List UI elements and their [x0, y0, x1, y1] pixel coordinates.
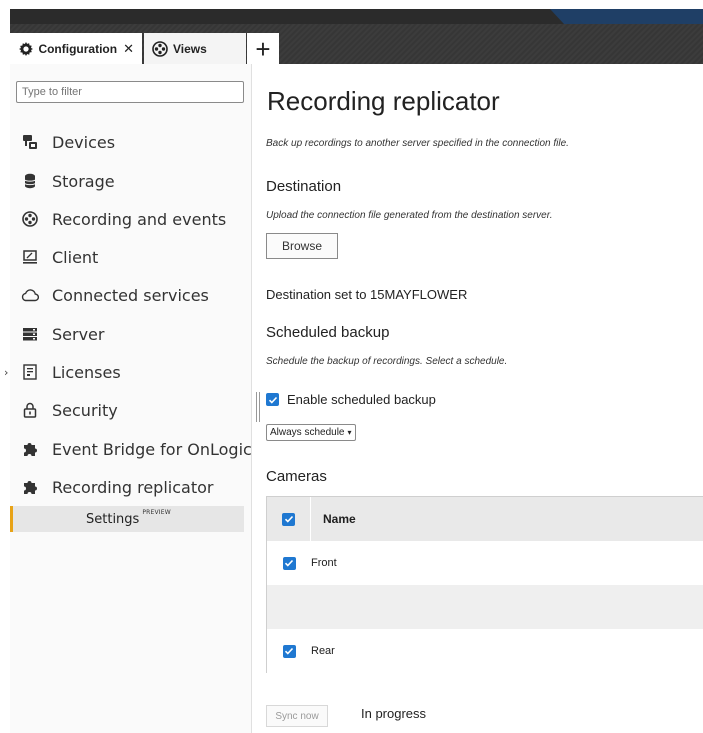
tab-strip: Configuration ✕ Views + — [10, 24, 703, 64]
close-icon[interactable]: ✕ — [123, 41, 134, 57]
schedule-select-value: Always schedule — [270, 427, 345, 438]
sync-now-button[interactable]: Sync now — [266, 705, 328, 727]
sidebar-item-devices[interactable]: Devices — [10, 124, 252, 160]
column-header-name[interactable]: Name — [311, 512, 356, 526]
film-reel-icon — [20, 209, 40, 229]
sidebar-item-label: Recording and events — [52, 209, 227, 229]
sidebar-item-label: Devices — [52, 132, 116, 152]
sidebar-item-label: Security — [52, 400, 118, 420]
sidebar-item-connected-services[interactable]: Connected services — [10, 277, 252, 313]
sidebar-item-server[interactable]: Server — [10, 316, 252, 352]
destination-description: Upload the connection file generated fro… — [266, 210, 553, 221]
server-icon — [20, 324, 40, 344]
lock-icon — [20, 400, 40, 420]
puzzle-icon — [20, 439, 40, 459]
tab-views-label: Views — [173, 41, 207, 56]
camera-name: Front — [311, 557, 337, 569]
destination-status: Destination set to 15MAYFLOWER — [266, 287, 468, 302]
puzzle-icon — [20, 477, 40, 497]
resize-handle[interactable] — [256, 392, 260, 422]
add-tab-button[interactable]: + — [247, 33, 279, 64]
sidebar-item-security[interactable]: Security — [10, 392, 252, 428]
sidebar-item-recording-replicator[interactable]: Recording replicator — [10, 469, 252, 505]
sidebar-item-label: Connected services — [52, 285, 209, 305]
database-icon — [20, 171, 40, 191]
chevron-right-icon[interactable]: › — [4, 366, 8, 379]
table-row[interactable]: Rear — [267, 629, 703, 673]
sidebar: Devices Storage Recording and events Cli… — [4, 64, 252, 733]
sidebar-item-label: Licenses — [52, 362, 121, 382]
sidebar-item-settings[interactable]: Settings PREVIEW — [10, 506, 244, 532]
scheduled-backup-heading: Scheduled backup — [266, 324, 390, 341]
camera-name: Rear — [311, 645, 335, 657]
sidebar-item-recording-and-events[interactable]: Recording and events — [10, 201, 252, 237]
tab-configuration[interactable]: Configuration ✕ — [10, 33, 142, 64]
cloud-icon — [20, 285, 40, 305]
sidebar-item-label: Server — [52, 324, 105, 344]
sidebar-item-storage[interactable]: Storage — [10, 163, 252, 199]
main-panel: Recording replicator Back up recordings … — [266, 64, 703, 733]
table-row[interactable]: Front — [267, 541, 703, 585]
tab-views[interactable]: Views — [144, 33, 246, 64]
title-bar — [10, 9, 703, 24]
row-checkbox[interactable] — [282, 644, 296, 658]
sidebar-item-label: Recording replicator — [52, 477, 214, 497]
camera-device-icon — [20, 132, 40, 152]
select-all-checkbox[interactable] — [282, 512, 295, 526]
cameras-heading: Cameras — [266, 468, 327, 485]
gear-icon — [18, 41, 33, 57]
tab-configuration-label: Configuration — [38, 41, 118, 56]
sidebar-item-event-bridge[interactable]: Event Bridge for OnLogic — [10, 431, 252, 467]
page-title: Recording replicator — [267, 86, 500, 116]
browse-button[interactable]: Browse — [266, 233, 338, 259]
sidebar-item-client[interactable]: Client — [10, 239, 252, 275]
table-row[interactable] — [267, 585, 703, 629]
film-reel-icon — [152, 40, 168, 57]
destination-heading: Destination — [266, 178, 342, 195]
sidebar-item-label: Client — [52, 247, 99, 267]
monitor-icon — [20, 247, 40, 267]
enable-scheduled-backup-checkbox[interactable] — [266, 393, 279, 406]
sidebar-item-label: Event Bridge for OnLogic — [52, 439, 252, 459]
chevron-down-icon: ▾ — [347, 428, 352, 437]
enable-scheduled-backup-row[interactable]: Enable scheduled backup — [266, 392, 436, 407]
enable-scheduled-backup-label: Enable scheduled backup — [287, 392, 436, 407]
cameras-table: Name Front Rear — [266, 496, 703, 673]
sidebar-item-licenses[interactable]: › Licenses — [4, 354, 252, 390]
window-top-strip — [0, 0, 703, 24]
title-bar-accent — [550, 9, 703, 24]
scheduled-backup-description: Schedule the backup of recordings. Selec… — [266, 356, 508, 367]
filter-input[interactable] — [16, 81, 244, 103]
sidebar-item-label: Storage — [52, 171, 115, 191]
page-description: Back up recordings to another server spe… — [266, 138, 569, 149]
schedule-select[interactable]: Always schedule ▾ — [266, 424, 356, 441]
sync-status: In progress — [361, 706, 427, 721]
row-checkbox[interactable] — [282, 556, 296, 570]
preview-badge: PREVIEW — [142, 508, 171, 516]
table-header: Name — [267, 497, 703, 541]
sidebar-subitem-label: Settings — [86, 511, 140, 527]
license-icon — [20, 362, 40, 382]
